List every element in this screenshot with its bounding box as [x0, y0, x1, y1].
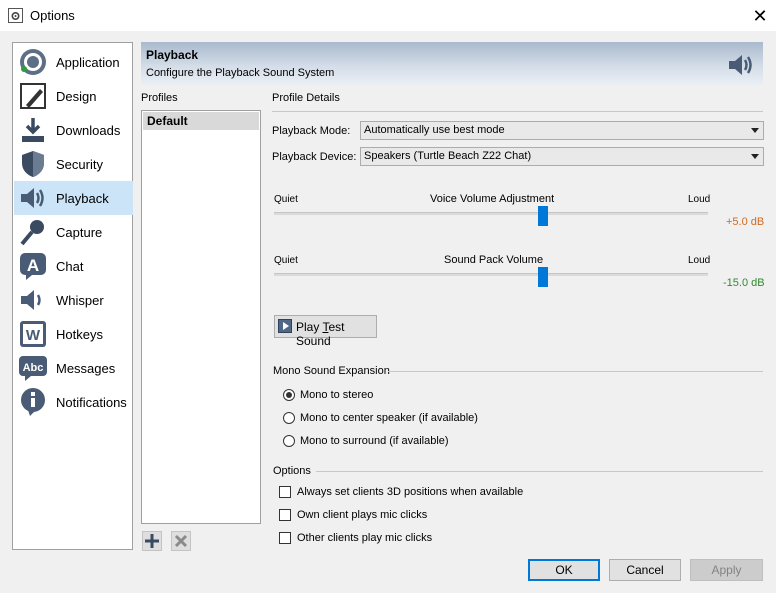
radio-label: Mono to surround (if available) — [300, 435, 449, 447]
profiles-list — [141, 110, 261, 524]
nav-item-application[interactable]: Application — [14, 45, 133, 79]
info-icon — [21, 388, 45, 416]
nav-item-hotkeys[interactable]: W Hotkeys — [14, 317, 133, 351]
voice-volume-track[interactable] — [274, 212, 708, 215]
nav-item-notifications[interactable]: Notifications — [14, 385, 133, 419]
soundpack-volume-value: -15.0 dB — [723, 277, 765, 289]
mono-section-label: Mono Sound Expansion — [273, 365, 390, 377]
page-title: Playback — [146, 48, 199, 62]
svg-text:Abc: Abc — [23, 362, 44, 374]
svg-text:A: A — [27, 256, 39, 275]
close-button[interactable]: ✕ — [744, 2, 776, 30]
nav-label: Downloads — [56, 123, 121, 138]
nav-label: Notifications — [56, 395, 127, 410]
page-header — [141, 42, 763, 86]
play-test-sound-label: Play Test Sound — [296, 320, 345, 348]
whisper-speaker-icon — [21, 290, 41, 310]
chevron-down-icon — [751, 128, 759, 133]
soundpack-volume-title: Sound Pack Volume — [444, 254, 544, 266]
voice-max-label: Loud — [688, 194, 711, 205]
nav-label: Capture — [56, 225, 103, 240]
radio-label: Mono to center speaker (if available) — [300, 412, 478, 424]
speaker-icon — [21, 188, 44, 208]
radio-mono-to-stereo[interactable] — [283, 389, 295, 401]
options-gear-icon — [8, 8, 23, 23]
svg-text:W: W — [26, 327, 41, 344]
pen-icon — [20, 83, 46, 109]
category-list: Application Design Downloads Security Pl… — [12, 42, 133, 550]
nav-label: Security — [56, 157, 103, 172]
soundpack-volume-track[interactable] — [274, 273, 708, 276]
profile-details-label: Profile Details — [272, 92, 340, 104]
title-bar — [0, 0, 776, 31]
playback-mode-select[interactable]: Automatically use best mode — [360, 121, 764, 140]
nav-label: Playback — [56, 191, 109, 206]
nav-label: Design — [56, 89, 97, 104]
checkbox-own-mic-clicks[interactable] — [279, 509, 291, 521]
window-title: Options — [30, 8, 75, 23]
nav-item-messages[interactable]: Abc Messages — [14, 351, 133, 385]
voice-volume-title: Voice Volume Adjustment — [430, 193, 555, 205]
nav-item-design[interactable]: Design — [14, 79, 133, 113]
delete-x-icon — [174, 534, 188, 548]
chat-a-icon: A — [20, 253, 46, 280]
radio-mono-to-surround[interactable] — [283, 435, 295, 447]
nav-label: Messages — [56, 361, 116, 376]
checkbox-other-mic-clicks[interactable] — [279, 532, 291, 544]
options-section-label: Options — [273, 465, 311, 477]
soundpack-max-label: Loud — [688, 255, 711, 266]
abc-icon: Abc — [19, 356, 47, 381]
soundpack-min-label: Quiet — [274, 255, 298, 266]
playback-mode-value: Automatically use best mode — [364, 124, 505, 136]
nav-item-downloads[interactable]: Downloads — [14, 113, 133, 147]
ok-button[interactable]: OK — [528, 559, 600, 581]
download-icon — [22, 118, 44, 142]
nav-item-capture[interactable]: Capture — [14, 215, 133, 249]
voice-volume-value: +5.0 dB — [726, 216, 765, 228]
playback-mode-label: Playback Mode: — [272, 125, 351, 137]
nav-label: Whisper — [56, 293, 104, 308]
plus-icon — [145, 534, 159, 548]
nav-item-playback[interactable]: Playback — [14, 181, 133, 215]
nav-label: Chat — [56, 259, 84, 274]
profile-item-label: Default — [147, 114, 188, 128]
nav-item-security[interactable]: Security — [14, 147, 133, 181]
speaker-icon — [729, 55, 752, 75]
play-icon — [278, 319, 292, 333]
radio-mono-to-center[interactable] — [283, 412, 295, 424]
add-profile-button[interactable] — [142, 531, 162, 551]
chevron-down-icon — [751, 154, 759, 159]
teamspeak-logo-icon — [20, 49, 46, 75]
apply-button[interactable]: Apply — [690, 559, 763, 581]
cancel-button[interactable]: Cancel — [609, 559, 681, 581]
play-test-sound-button[interactable]: Play Test Sound — [274, 315, 377, 348]
radio-label: Mono to stereo — [300, 389, 374, 401]
playback-device-select[interactable]: Speakers (Turtle Beach Z22 Chat) — [360, 147, 764, 166]
playback-device-value: Speakers (Turtle Beach Z22 Chat) — [364, 150, 532, 162]
nav-item-whisper[interactable]: Whisper — [14, 283, 133, 317]
shield-icon — [22, 151, 44, 177]
divider — [272, 111, 763, 112]
soundpack-volume-thumb[interactable] — [538, 267, 549, 287]
remove-profile-button[interactable] — [171, 531, 191, 551]
nav-label: Application — [56, 55, 120, 70]
page-subtitle: Configure the Playback Sound System — [146, 67, 335, 79]
checkbox-label: Own client plays mic clicks — [297, 509, 428, 521]
checkbox-label: Always set clients 3D positions when ava… — [297, 486, 524, 498]
checkbox-label: Other clients play mic clicks — [297, 532, 433, 544]
nav-label: Hotkeys — [56, 327, 103, 342]
voice-min-label: Quiet — [274, 194, 298, 205]
playback-device-label: Playback Device: — [272, 151, 357, 163]
nav-item-chat[interactable]: A Chat — [14, 249, 133, 283]
checkbox-3d-positions[interactable] — [279, 486, 291, 498]
voice-volume-thumb[interactable] — [538, 206, 549, 226]
divider — [316, 471, 763, 472]
divider — [388, 371, 763, 372]
microphone-icon — [20, 220, 44, 246]
profiles-label: Profiles — [141, 92, 178, 104]
hotkey-w-icon: W — [20, 321, 46, 347]
